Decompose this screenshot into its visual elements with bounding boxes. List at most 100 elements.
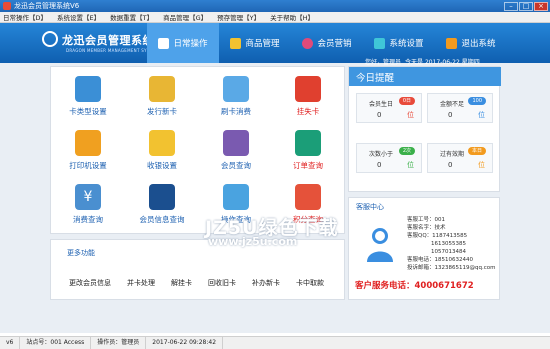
app-icon [3, 2, 11, 10]
link-reissue-card[interactable]: 补办新卡 [252, 278, 280, 288]
title-bar: 龙迅会员管理系统V6 – □ × [0, 0, 550, 12]
link-card-withdraw[interactable]: 卡中取款 [296, 278, 324, 288]
tile-order-query[interactable]: 订单查询 [273, 125, 343, 180]
link-edit-member-info[interactable]: 更改会员信息 [69, 278, 111, 288]
stat-badge: 本日 [467, 147, 486, 155]
stat-badge: 2次 [398, 147, 415, 155]
tile-label: 卡类型设置 [69, 107, 107, 116]
menu-system-settings[interactable]: 系统设置【E】 [57, 12, 100, 22]
tile-consumption-query[interactable]: ¥ 消费查询 [53, 179, 123, 234]
cards-icon [75, 76, 101, 102]
status-version: v6 [0, 337, 21, 349]
service-title: 客服中心 [356, 203, 384, 211]
service-staff-id: 客服工号：001 [407, 217, 445, 223]
menu-daily[interactable]: 日常操作【D】 [3, 12, 47, 22]
maximize-button[interactable]: □ [519, 1, 533, 11]
menu-help[interactable]: 关于帮助【H】 [270, 12, 314, 22]
yen-icon: ¥ [75, 184, 101, 210]
greeting: 您好，管理员 [365, 57, 401, 66]
order-search-icon [295, 130, 321, 156]
home-icon [158, 37, 170, 49]
link-unlock-lost-card[interactable]: 解挂卡 [171, 278, 192, 288]
status-datetime: 2017-06-22 09:28:42 [146, 337, 224, 349]
member-info-icon [149, 184, 175, 210]
status-bar: v6 站点号：001 Access 操作员：管理员 2017-06-22 09:… [0, 336, 550, 349]
tile-card-type-settings[interactable]: 卡类型设置 [53, 71, 123, 126]
link-recycle-old-card[interactable]: 回收旧卡 [208, 278, 236, 288]
stat-name: 次数小于 [369, 151, 394, 158]
watermark-url: www.jz5u.com [208, 235, 298, 248]
menu-prepaid-management[interactable]: 预存管理【Y】 [217, 12, 260, 22]
stat-value: 0 [448, 111, 453, 119]
nav-product-management[interactable]: 商品管理 [219, 23, 291, 63]
brand-name: 龙迅会员管理系统 [62, 34, 154, 47]
service-qq-3: 1057013484 [431, 249, 466, 255]
product-icon [230, 37, 242, 49]
tile-label: 消费查询 [73, 215, 103, 224]
weekday: 星期四 [461, 59, 480, 66]
content-area: 卡类型设置 发行新卡 刷卡消费 挂失卡 打印机设置 收银设置 会员查询 订单查询… [0, 63, 550, 333]
nav-label: 退出系统 [461, 39, 496, 49]
customer-service-icon [367, 228, 393, 262]
points-search-icon [295, 184, 321, 210]
more-functions-panel: 更多功能 更改会员信息 并卡处理 解挂卡 回收旧卡 补办新卡 卡中取款 [50, 239, 345, 300]
tile-printer-settings[interactable]: 打印机设置 [53, 125, 123, 180]
stat-unit: 位 [407, 161, 414, 169]
operation-icon [223, 184, 249, 210]
stat-expired[interactable]: 过有效期 本日 0 位 [427, 143, 493, 173]
close-button[interactable]: × [534, 1, 548, 11]
status-station: 站点号：001 Access [20, 337, 92, 349]
tile-swipe-card-consume[interactable]: 刷卡消费 [201, 71, 271, 126]
function-tiles-panel: 卡类型设置 发行新卡 刷卡消费 挂失卡 打印机设置 收银设置 会员查询 订单查询… [50, 66, 345, 234]
tile-label: 订单查询 [293, 161, 323, 170]
stat-name: 会员生日 [369, 101, 394, 108]
tile-cashier-settings[interactable]: 收银设置 [127, 125, 197, 180]
tile-issue-new-card[interactable]: 发行新卡 [127, 71, 197, 126]
service-hotline: 客户服务电话：4000671672 [355, 281, 474, 291]
stat-value: 0 [448, 161, 453, 169]
service-email: 投诉邮箱：1323865119@qq.com [407, 265, 496, 271]
today-label: 今天是 [405, 59, 424, 66]
tile-member-query[interactable]: 会员查询 [201, 125, 271, 180]
link-merge-card[interactable]: 并卡处理 [127, 278, 155, 288]
tile-report-lost-card[interactable]: 挂失卡 [273, 71, 343, 126]
minimize-button[interactable]: – [504, 1, 518, 11]
settings-icon [374, 37, 386, 49]
brand-subtitle: DRAGON MEMBER MANAGEMENT SYSTEM [66, 48, 160, 53]
stat-unit: 位 [478, 161, 485, 169]
stat-name: 过有效期 [440, 151, 465, 158]
tile-member-info-query[interactable]: 会员信息查询 [127, 179, 197, 234]
status-operator: 操作员：管理员 [91, 337, 147, 349]
menu-product-management[interactable]: 商品管理【G】 [163, 12, 207, 22]
swipe-card-icon [223, 76, 249, 102]
greeting-text: 您好，管理员 [365, 59, 402, 66]
nav-label: 日常操作 [173, 39, 208, 49]
stat-value: 0 [377, 111, 382, 119]
service-qq-2: 1613055385 [431, 241, 466, 247]
stat-member-birthday[interactable]: 会员生日 0日 0 位 [356, 93, 422, 123]
tile-label: 会员查询 [221, 161, 251, 170]
nav-label: 会员营销 [317, 39, 352, 49]
cash-register-icon [149, 130, 175, 156]
stat-low-balance[interactable]: 金额不足 100 0 位 [427, 93, 493, 123]
date-info: 今天是 2017-06-22 星期四 [405, 57, 480, 66]
menu-bar: 日常操作【D】 系统设置【E】 数据重置【T】 商品管理【G】 预存管理【Y】 … [0, 12, 550, 23]
logo-icon [42, 31, 58, 47]
stat-badge: 0日 [398, 97, 415, 105]
customer-service-panel: 客服中心 客服工号：001 客服名字：技术 客服QQ：1187413585 16… [348, 197, 500, 300]
service-staff-name: 客服名字：技术 [407, 225, 446, 231]
tile-label: 刷卡消费 [221, 107, 251, 116]
menu-data-reset[interactable]: 数据重置【T】 [110, 12, 153, 22]
nav-member-marketing[interactable]: 会员营销 [291, 23, 363, 63]
current-date: 2017-06-22 [424, 59, 460, 66]
printer-icon [75, 130, 101, 156]
tile-label: 收银设置 [147, 161, 177, 170]
service-phone: 客服电话：18510632440 [407, 257, 473, 263]
stat-name: 金额不足 [440, 101, 465, 108]
member-search-icon [223, 130, 249, 156]
stat-badge: 100 [468, 97, 486, 105]
today-title-text: 今日提醒 [356, 72, 395, 84]
stat-times-below[interactable]: 次数小于 2次 0 位 [356, 143, 422, 173]
exit-icon [446, 37, 458, 49]
nav-daily-operations[interactable]: 日常操作 [147, 23, 219, 63]
